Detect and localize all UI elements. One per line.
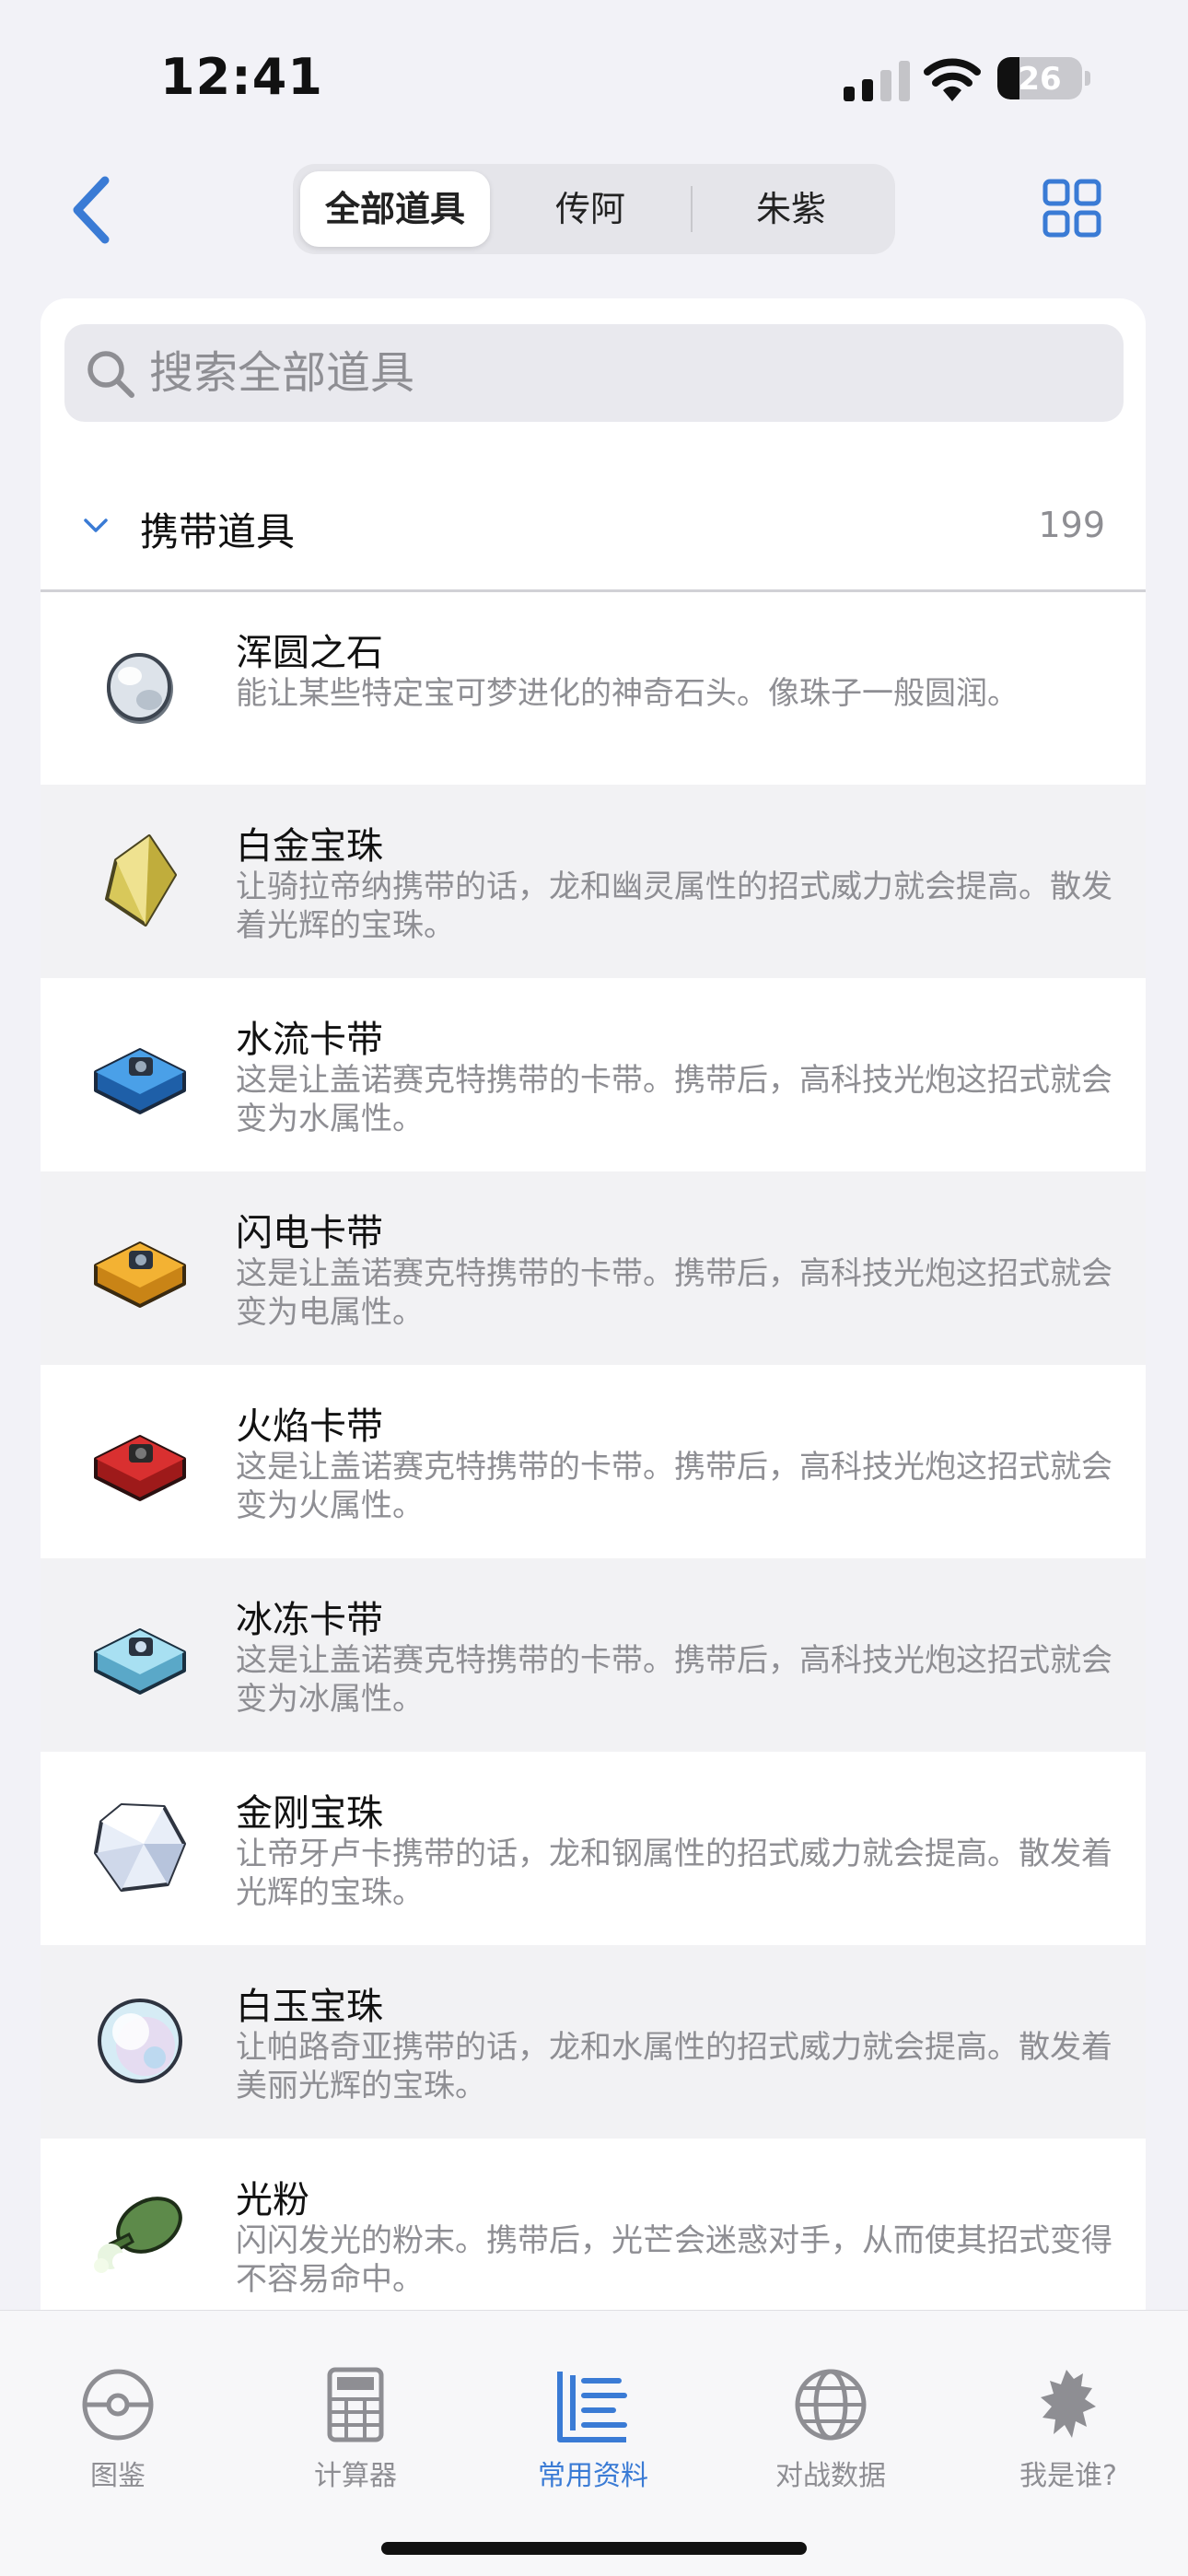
section-title: 携带道具 xyxy=(140,509,296,554)
item-description: 这是让盖诺赛克特携带的卡带。携带后，高科技光炮这招式就会变为水属性。 xyxy=(236,1062,1112,1137)
oval-stone-icon xyxy=(107,653,173,724)
back-chevron-icon[interactable] xyxy=(64,173,120,247)
grid-view-icon[interactable] xyxy=(1042,179,1101,238)
pokemon-silhouette-icon xyxy=(1041,2370,1096,2438)
tab-whos-that[interactable]: 我是谁? xyxy=(976,2366,1160,2493)
list-item[interactable]: 闪电卡带 这是让盖诺赛克特携带的卡带。携带后，高科技光炮这招式就会变为电属性。 xyxy=(41,1171,1146,1365)
status-bar: 12:41 26 xyxy=(0,0,1188,147)
tab-label: 对战数据 xyxy=(775,2460,886,2492)
tab-battle-data[interactable]: 对战数据 xyxy=(739,2366,923,2493)
section-count: 199 xyxy=(1038,505,1105,545)
globe-icon xyxy=(795,2369,867,2441)
item-name: 水流卡带 xyxy=(236,1019,383,1061)
item-name: 冰冻卡带 xyxy=(236,1599,383,1641)
item-description: 这是让盖诺赛克特携带的卡带。携带后，高科技光炮这招式就会变为电属性。 xyxy=(236,1255,1112,1331)
list-item[interactable]: 火焰卡带 这是让盖诺赛克特携带的卡带。携带后，高科技光炮这招式就会变为火属性。 xyxy=(41,1365,1146,1558)
lustrous-orb-icon xyxy=(98,1999,182,2083)
list-item[interactable]: 白玉宝珠 让帕路奇亚携带的话，龙和水属性的招式威力就会提高。散发着美丽光辉的宝珠… xyxy=(41,1945,1146,2139)
item-description: 能让某些特定宝可梦进化的神奇石头。像珠子一般圆润。 xyxy=(236,675,1019,712)
list-item[interactable]: 光粉 闪闪发光的粉末。携带后，光芒会迷惑对手，从而使其招式变得不容易命中。 xyxy=(41,2139,1146,2310)
item-name: 火焰卡带 xyxy=(236,1405,383,1448)
list-icon xyxy=(557,2372,627,2442)
segment-legends-arceus[interactable]: 传阿 xyxy=(494,171,687,247)
item-name: 白玉宝珠 xyxy=(236,1986,383,2028)
griseous-orb-icon xyxy=(105,834,177,927)
battery-percent: 26 xyxy=(1018,61,1062,98)
bright-powder-icon xyxy=(94,2197,182,2273)
item-name: 闪电卡带 xyxy=(236,1212,383,1254)
burn-drive-icon xyxy=(94,1435,186,1501)
search-input[interactable] xyxy=(149,324,1107,422)
item-description: 这是让盖诺赛克特携带的卡带。携带后，高科技光炮这招式就会变为冰属性。 xyxy=(236,1642,1112,1718)
wifi-icon xyxy=(924,58,981,101)
item-name: 浑圆之石 xyxy=(236,632,383,674)
list-item[interactable]: 白金宝珠 让骑拉帝纳携带的话，龙和幽灵属性的招式威力就会提高。散发着光辉的宝珠。 xyxy=(41,785,1146,978)
douse-drive-icon xyxy=(94,1048,186,1114)
list-item[interactable]: 冰冻卡带 这是让盖诺赛克特携带的卡带。携带后，高科技光炮这招式就会变为冰属性。 xyxy=(41,1558,1146,1752)
battery-tip xyxy=(1085,71,1090,86)
chevron-down-icon xyxy=(84,519,108,532)
adamant-orb-icon xyxy=(94,1803,186,1892)
tab-common-data[interactable]: 常用资料 xyxy=(501,2366,685,2493)
segment-scarlet-violet[interactable]: 朱紫 xyxy=(694,171,888,247)
tab-pokedex[interactable]: 图鉴 xyxy=(26,2366,210,2493)
list-item[interactable]: 浑圆之石 能让某些特定宝可梦进化的神奇石头。像珠子一般圆润。 xyxy=(41,591,1146,785)
item-name: 白金宝珠 xyxy=(236,825,383,868)
cellular-signal-icon xyxy=(844,61,910,101)
item-description: 让帝牙卢卡携带的话，龙和钢属性的招式威力就会提高。散发着光辉的宝珠。 xyxy=(236,1836,1112,1911)
tab-bar: 图鉴 计算器 常用资料 对战数据 我是谁? xyxy=(0,2310,1188,2576)
tab-label: 我是谁? xyxy=(1019,2460,1117,2492)
status-time: 12:41 xyxy=(160,48,323,106)
shock-drive-icon xyxy=(94,1241,186,1308)
home-indicator xyxy=(381,2542,807,2555)
list-item[interactable]: 金刚宝珠 让帝牙卢卡携带的话，龙和钢属性的招式威力就会提高。散发着光辉的宝珠。 xyxy=(41,1752,1146,1945)
tab-label: 常用资料 xyxy=(538,2460,648,2492)
tab-calculator[interactable]: 计算器 xyxy=(263,2366,448,2493)
battery-indicator: 26 xyxy=(997,57,1082,99)
item-description: 让帕路奇亚携带的话，龙和水属性的招式威力就会提高。散发着美丽光辉的宝珠。 xyxy=(236,2029,1112,2104)
section-header-held-items[interactable]: 携带道具 199 xyxy=(41,464,1146,592)
game-version-segmented-control: 全部道具 传阿 朱紫 xyxy=(293,164,895,254)
tab-label: 计算器 xyxy=(314,2460,397,2492)
search-bar[interactable] xyxy=(64,324,1124,422)
item-name: 金刚宝珠 xyxy=(236,1792,383,1835)
item-description: 闪闪发光的粉末。携带后，光芒会迷惑对手，从而使其招式变得不容易命中。 xyxy=(236,2222,1112,2298)
item-description: 让骑拉帝纳携带的话，龙和幽灵属性的招式威力就会提高。散发着光辉的宝珠。 xyxy=(236,868,1112,944)
tab-label: 图鉴 xyxy=(90,2460,146,2492)
list-item[interactable]: 水流卡带 这是让盖诺赛克特携带的卡带。携带后，高科技光炮这招式就会变为水属性。 xyxy=(41,978,1146,1171)
chill-drive-icon xyxy=(94,1628,186,1695)
item-rows: 浑圆之石 能让某些特定宝可梦进化的神奇石头。像珠子一般圆润。 白金宝珠 让骑拉帝… xyxy=(41,591,1146,2310)
search-icon xyxy=(87,351,134,398)
segment-all-items[interactable]: 全部道具 xyxy=(300,171,490,247)
pokeball-icon xyxy=(82,2369,154,2441)
item-name: 光粉 xyxy=(236,2179,309,2221)
segment-divider xyxy=(691,186,693,232)
item-description: 这是让盖诺赛克特携带的卡带。携带后，高科技光炮这招式就会变为火属性。 xyxy=(236,1449,1112,1524)
item-list-card: 携带道具 199 浑圆之石 能让某些特定宝可梦进化的神奇石头。像珠子一般圆润。 … xyxy=(41,298,1146,2310)
calculator-icon xyxy=(327,2367,384,2442)
